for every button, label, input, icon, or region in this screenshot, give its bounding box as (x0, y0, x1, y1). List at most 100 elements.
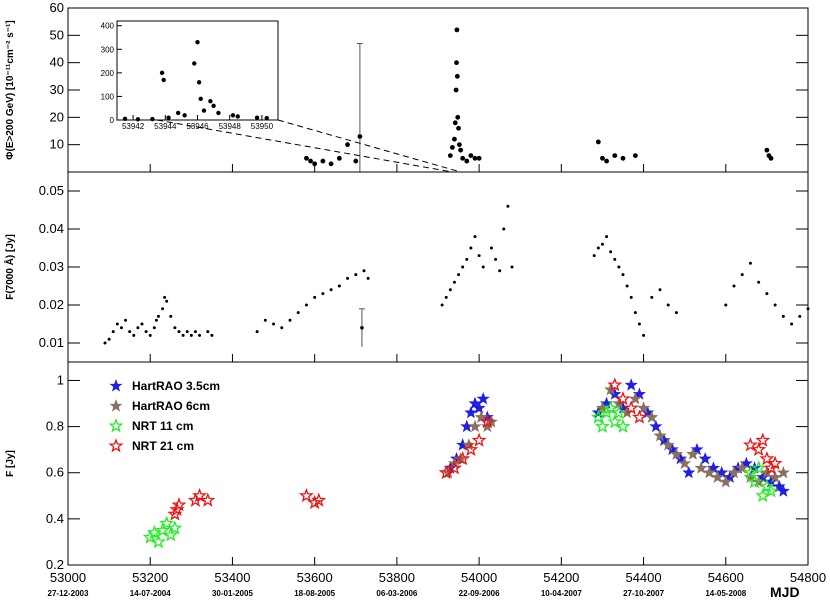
data-point (615, 418, 631, 433)
data-point (210, 333, 214, 337)
inset-plot: 0 100 200 300 400 53942 53944 53946 53948 53950 (101, 20, 279, 131)
data-point (633, 311, 637, 315)
y-tick-label: 50 (50, 27, 64, 42)
x-tick-label: 54200 (543, 570, 579, 585)
data-point (454, 60, 459, 66)
data-point (732, 284, 736, 288)
data-point (345, 142, 350, 148)
data-point (471, 432, 487, 447)
inset-connector (156, 119, 453, 173)
y-tick-label: 1 (57, 372, 64, 387)
data-point (128, 330, 132, 334)
y-tick-label: 20 (50, 109, 64, 124)
data-point (452, 136, 457, 142)
inset-y-tick-label: 100 (101, 92, 115, 101)
data-point (336, 155, 342, 161)
y-tick-label: 60 (50, 0, 64, 15)
legend-label: NRT 11 cm (132, 419, 193, 433)
inset-data-point (216, 110, 221, 116)
data-point (748, 261, 752, 265)
data-point (156, 314, 160, 318)
data-point (255, 330, 259, 334)
data-point (313, 295, 317, 299)
data-point (674, 311, 678, 315)
y-tick-label: 0.02 (39, 297, 64, 312)
inset-data-point (254, 115, 260, 120)
inset-data-point (166, 115, 171, 120)
data-point (457, 273, 461, 277)
data-point (321, 292, 325, 296)
data-point (768, 155, 774, 161)
data-point (181, 333, 185, 337)
data-point (169, 314, 173, 318)
y-tick-label: 30 (50, 82, 64, 97)
inset-x-tick-label: 53946 (186, 122, 209, 131)
y-tick-label: 10 (50, 137, 64, 152)
data-point (452, 120, 458, 126)
data-point (115, 322, 119, 326)
data-point (481, 265, 485, 269)
x-tick-label: 54600 (708, 570, 744, 585)
inset-data-point (182, 113, 187, 118)
data-point (455, 114, 461, 120)
data-point (740, 273, 744, 277)
data-point (167, 520, 183, 535)
data-point (272, 322, 276, 326)
data-point (790, 322, 794, 326)
legend-marker (109, 399, 123, 412)
data-point (767, 455, 783, 470)
inset-data-point (196, 80, 202, 85)
data-point (642, 333, 646, 337)
data-point (605, 235, 609, 239)
data-point (604, 158, 609, 164)
inset-data-point (150, 116, 155, 122)
data-point (798, 314, 802, 318)
data-point (448, 288, 452, 292)
inset-y-tick-label: 400 (101, 22, 115, 31)
data-point (465, 257, 469, 261)
data-point (506, 204, 510, 208)
data-point (296, 311, 300, 315)
data-point (620, 155, 626, 161)
data-point (173, 326, 177, 330)
data-point (594, 418, 611, 433)
y-tick-label: 0.05 (39, 183, 64, 198)
inset-data-point (159, 70, 165, 76)
x-tick-label: 53000 (50, 570, 86, 585)
data-point (650, 295, 654, 299)
data-point (198, 333, 202, 337)
data-point (781, 314, 785, 318)
data-point (600, 155, 605, 161)
data-point (472, 155, 478, 161)
data-point (150, 533, 167, 549)
data-point (288, 318, 292, 322)
data-point (189, 333, 193, 337)
data-point (600, 242, 604, 246)
inset-data-point (201, 108, 207, 113)
inset-frame (116, 20, 279, 121)
data-point (456, 142, 462, 148)
data-point (473, 235, 477, 239)
x-axis-title: MJD (770, 584, 800, 600)
data-point (304, 303, 308, 307)
data-point (144, 330, 148, 334)
data-point (152, 326, 156, 330)
data-point (489, 246, 493, 250)
data-point (366, 276, 370, 280)
date-tick-label: 06-03-2006 (376, 589, 417, 598)
data-point (453, 87, 459, 93)
data-point (510, 265, 514, 269)
x-tick-label: 53800 (379, 570, 415, 585)
panel-radio: 0.20.40.60.81F [Jy]HartRAO 3.5cmHartRAO … (5, 361, 809, 572)
data-point (477, 254, 481, 258)
legend-label: HartRAO 6cm (132, 399, 210, 413)
data-point (765, 292, 769, 296)
data-point (154, 318, 158, 322)
inset-y-tick-label: 200 (101, 69, 115, 78)
data-point (658, 288, 662, 292)
y-axis-title-optical: F(7000 Å) [Jy] (3, 234, 16, 300)
data-point (136, 326, 140, 330)
data-point (773, 303, 777, 307)
y-tick-label: 0.03 (39, 259, 64, 274)
data-point (263, 318, 267, 322)
